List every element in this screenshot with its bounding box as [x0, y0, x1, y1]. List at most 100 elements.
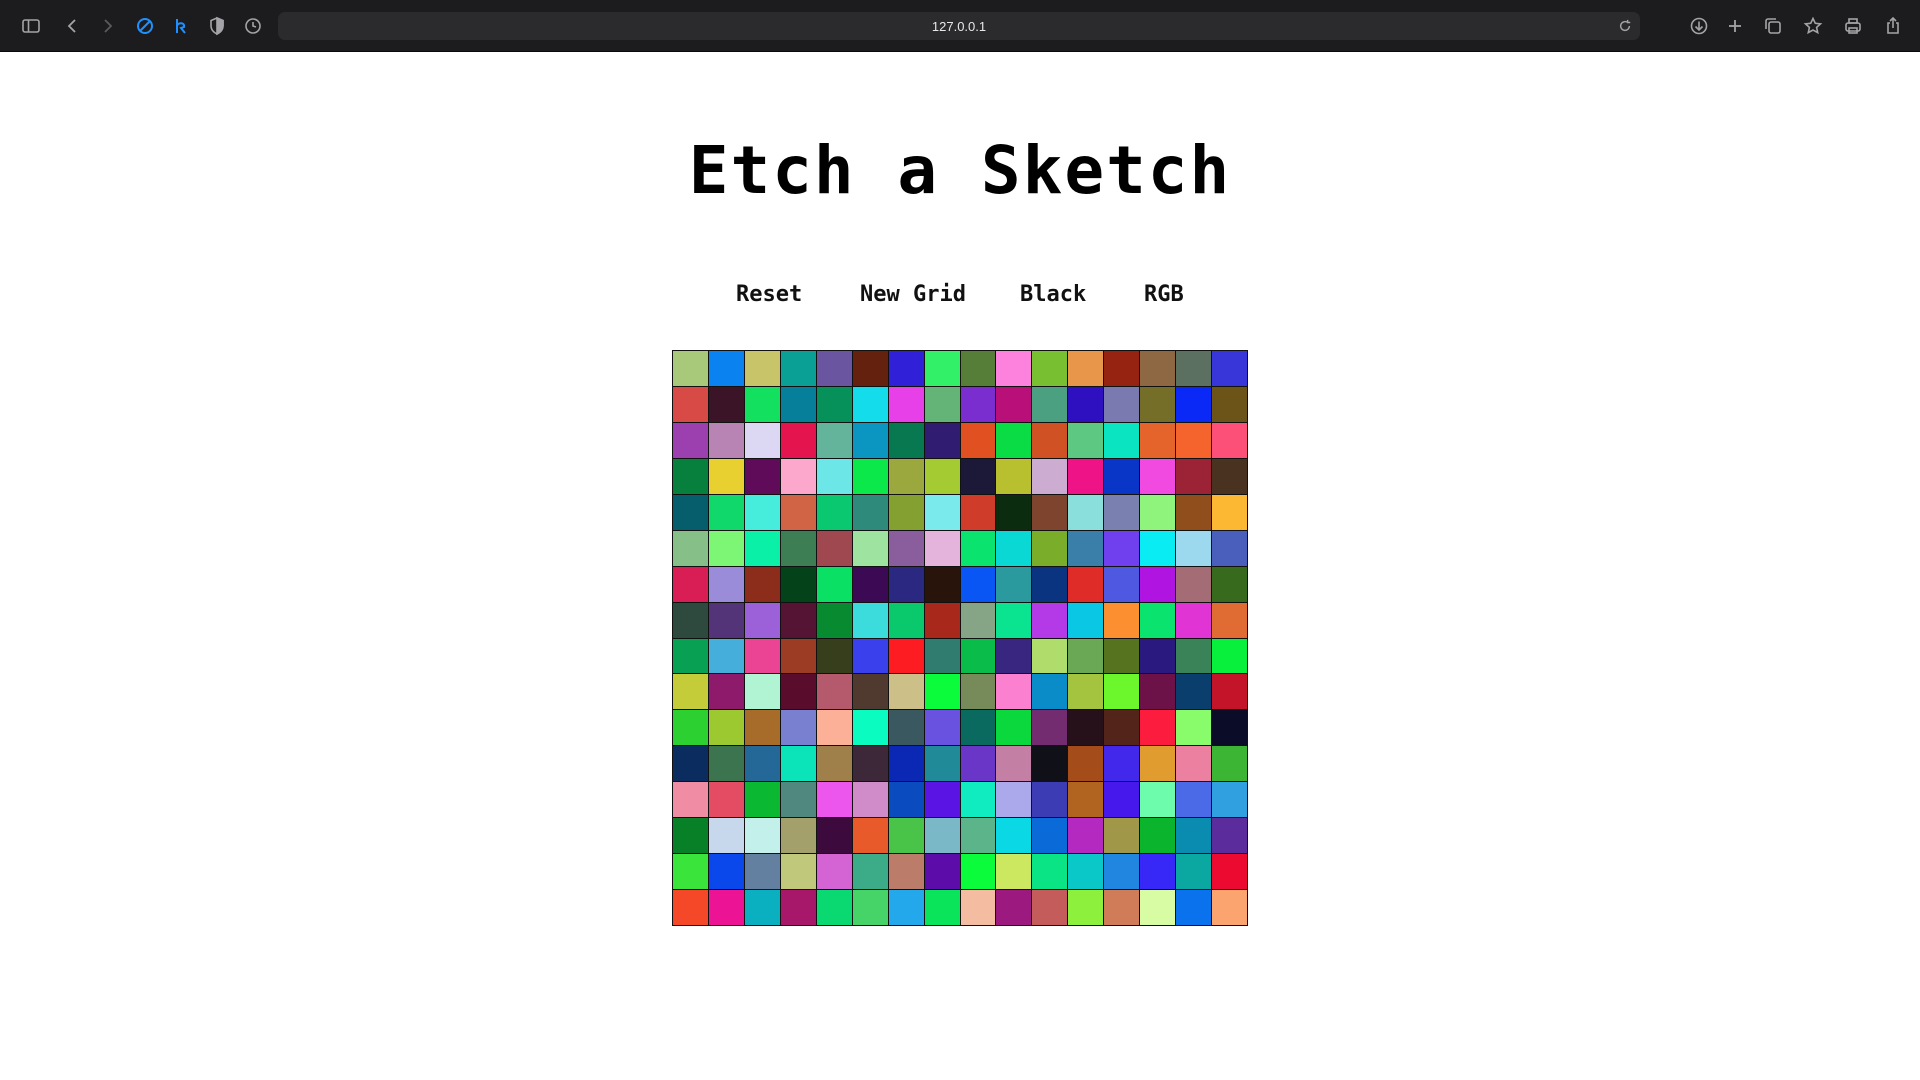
- bookmark-icon[interactable]: [1800, 13, 1826, 39]
- grid-cell[interactable]: [780, 890, 816, 925]
- grid-cell[interactable]: [960, 458, 996, 494]
- grid-cell[interactable]: [1140, 674, 1176, 710]
- grid-cell[interactable]: [1032, 386, 1068, 422]
- grid-cell[interactable]: [1104, 494, 1140, 530]
- forward-icon[interactable]: [94, 13, 120, 39]
- reload-icon[interactable]: [1616, 17, 1634, 35]
- grid-cell[interactable]: [708, 710, 744, 746]
- grid-cell[interactable]: [996, 674, 1032, 710]
- grid-cell[interactable]: [673, 782, 708, 818]
- grid-cell[interactable]: [1140, 566, 1176, 602]
- grid-cell[interactable]: [744, 566, 780, 602]
- grid-cell[interactable]: [673, 674, 708, 710]
- grid-cell[interactable]: [1068, 782, 1104, 818]
- grid-cell[interactable]: [1140, 854, 1176, 890]
- grid-cell[interactable]: [924, 566, 960, 602]
- grid-cell[interactable]: [816, 890, 852, 925]
- grid-cell[interactable]: [1104, 746, 1140, 782]
- grid-cell[interactable]: [924, 674, 960, 710]
- grid-cell[interactable]: [888, 602, 924, 638]
- grid-cell[interactable]: [852, 890, 888, 925]
- grid-cell[interactable]: [780, 782, 816, 818]
- grid-cell[interactable]: [1140, 458, 1176, 494]
- grid-cell[interactable]: [744, 351, 780, 386]
- grid-cell[interactable]: [816, 602, 852, 638]
- grid-cell[interactable]: [1176, 494, 1212, 530]
- grid-cell[interactable]: [708, 458, 744, 494]
- grid-cell[interactable]: [1140, 710, 1176, 746]
- grid-cell[interactable]: [1140, 351, 1176, 386]
- grid-cell[interactable]: [996, 746, 1032, 782]
- grid-cell[interactable]: [780, 494, 816, 530]
- grid-cell[interactable]: [960, 386, 996, 422]
- grid-cell[interactable]: [744, 638, 780, 674]
- grid-cell[interactable]: [1068, 351, 1104, 386]
- grid-cell[interactable]: [1104, 458, 1140, 494]
- grid-cell[interactable]: [816, 746, 852, 782]
- grid-cell[interactable]: [1032, 854, 1068, 890]
- grid-cell[interactable]: [780, 638, 816, 674]
- tabs-icon[interactable]: [1760, 13, 1786, 39]
- grid-cell[interactable]: [996, 351, 1032, 386]
- grid-cell[interactable]: [852, 386, 888, 422]
- grid-cell[interactable]: [996, 602, 1032, 638]
- grid-cell[interactable]: [1068, 602, 1104, 638]
- grid-cell[interactable]: [924, 782, 960, 818]
- grid-cell[interactable]: [888, 351, 924, 386]
- grid-cell[interactable]: [924, 890, 960, 925]
- grid-cell[interactable]: [1032, 890, 1068, 925]
- grid-cell[interactable]: [960, 746, 996, 782]
- grid-cell[interactable]: [1032, 422, 1068, 458]
- grid-cell[interactable]: [1176, 351, 1212, 386]
- grid-cell[interactable]: [1104, 782, 1140, 818]
- grid-cell[interactable]: [1140, 746, 1176, 782]
- grid-cell[interactable]: [673, 386, 708, 422]
- grid-cell[interactable]: [708, 530, 744, 566]
- history-icon[interactable]: [240, 13, 266, 39]
- grid-cell[interactable]: [1212, 854, 1247, 890]
- grid-cell[interactable]: [888, 854, 924, 890]
- grid-cell[interactable]: [960, 710, 996, 746]
- grid-cell[interactable]: [924, 854, 960, 890]
- new-tab-icon[interactable]: [1722, 13, 1748, 39]
- grid-cell[interactable]: [1212, 818, 1247, 854]
- grid-cell[interactable]: [1212, 422, 1247, 458]
- grid-cell[interactable]: [852, 422, 888, 458]
- grid-cell[interactable]: [888, 782, 924, 818]
- grid-cell[interactable]: [708, 854, 744, 890]
- grid-cell[interactable]: [852, 494, 888, 530]
- grid-cell[interactable]: [996, 638, 1032, 674]
- grid-cell[interactable]: [1104, 351, 1140, 386]
- grid-cell[interactable]: [1212, 566, 1247, 602]
- grid-cell[interactable]: [1032, 674, 1068, 710]
- grid-cell[interactable]: [1212, 386, 1247, 422]
- grid-cell[interactable]: [996, 422, 1032, 458]
- grid-cell[interactable]: [888, 638, 924, 674]
- grid-cell[interactable]: [673, 422, 708, 458]
- grid-cell[interactable]: [1212, 674, 1247, 710]
- grid-cell[interactable]: [888, 710, 924, 746]
- grid-cell[interactable]: [1212, 890, 1247, 925]
- grid-cell[interactable]: [708, 494, 744, 530]
- grid-cell[interactable]: [924, 530, 960, 566]
- grid-cell[interactable]: [744, 602, 780, 638]
- grid-cell[interactable]: [1176, 746, 1212, 782]
- grid-cell[interactable]: [708, 351, 744, 386]
- grid-cell[interactable]: [924, 422, 960, 458]
- grid-cell[interactable]: [924, 602, 960, 638]
- grid-cell[interactable]: [1176, 530, 1212, 566]
- grid-cell[interactable]: [1176, 602, 1212, 638]
- grid-cell[interactable]: [888, 530, 924, 566]
- grid-cell[interactable]: [1176, 638, 1212, 674]
- grid-cell[interactable]: [996, 566, 1032, 602]
- grid-cell[interactable]: [1032, 530, 1068, 566]
- grid-cell[interactable]: [708, 674, 744, 710]
- grid-cell[interactable]: [673, 854, 708, 890]
- grid-cell[interactable]: [780, 530, 816, 566]
- grid-cell[interactable]: [1068, 530, 1104, 566]
- grid-cell[interactable]: [1068, 746, 1104, 782]
- grid-cell[interactable]: [1104, 638, 1140, 674]
- grid-cell[interactable]: [744, 422, 780, 458]
- grid-cell[interactable]: [852, 566, 888, 602]
- sidebar-icon[interactable]: [18, 13, 44, 39]
